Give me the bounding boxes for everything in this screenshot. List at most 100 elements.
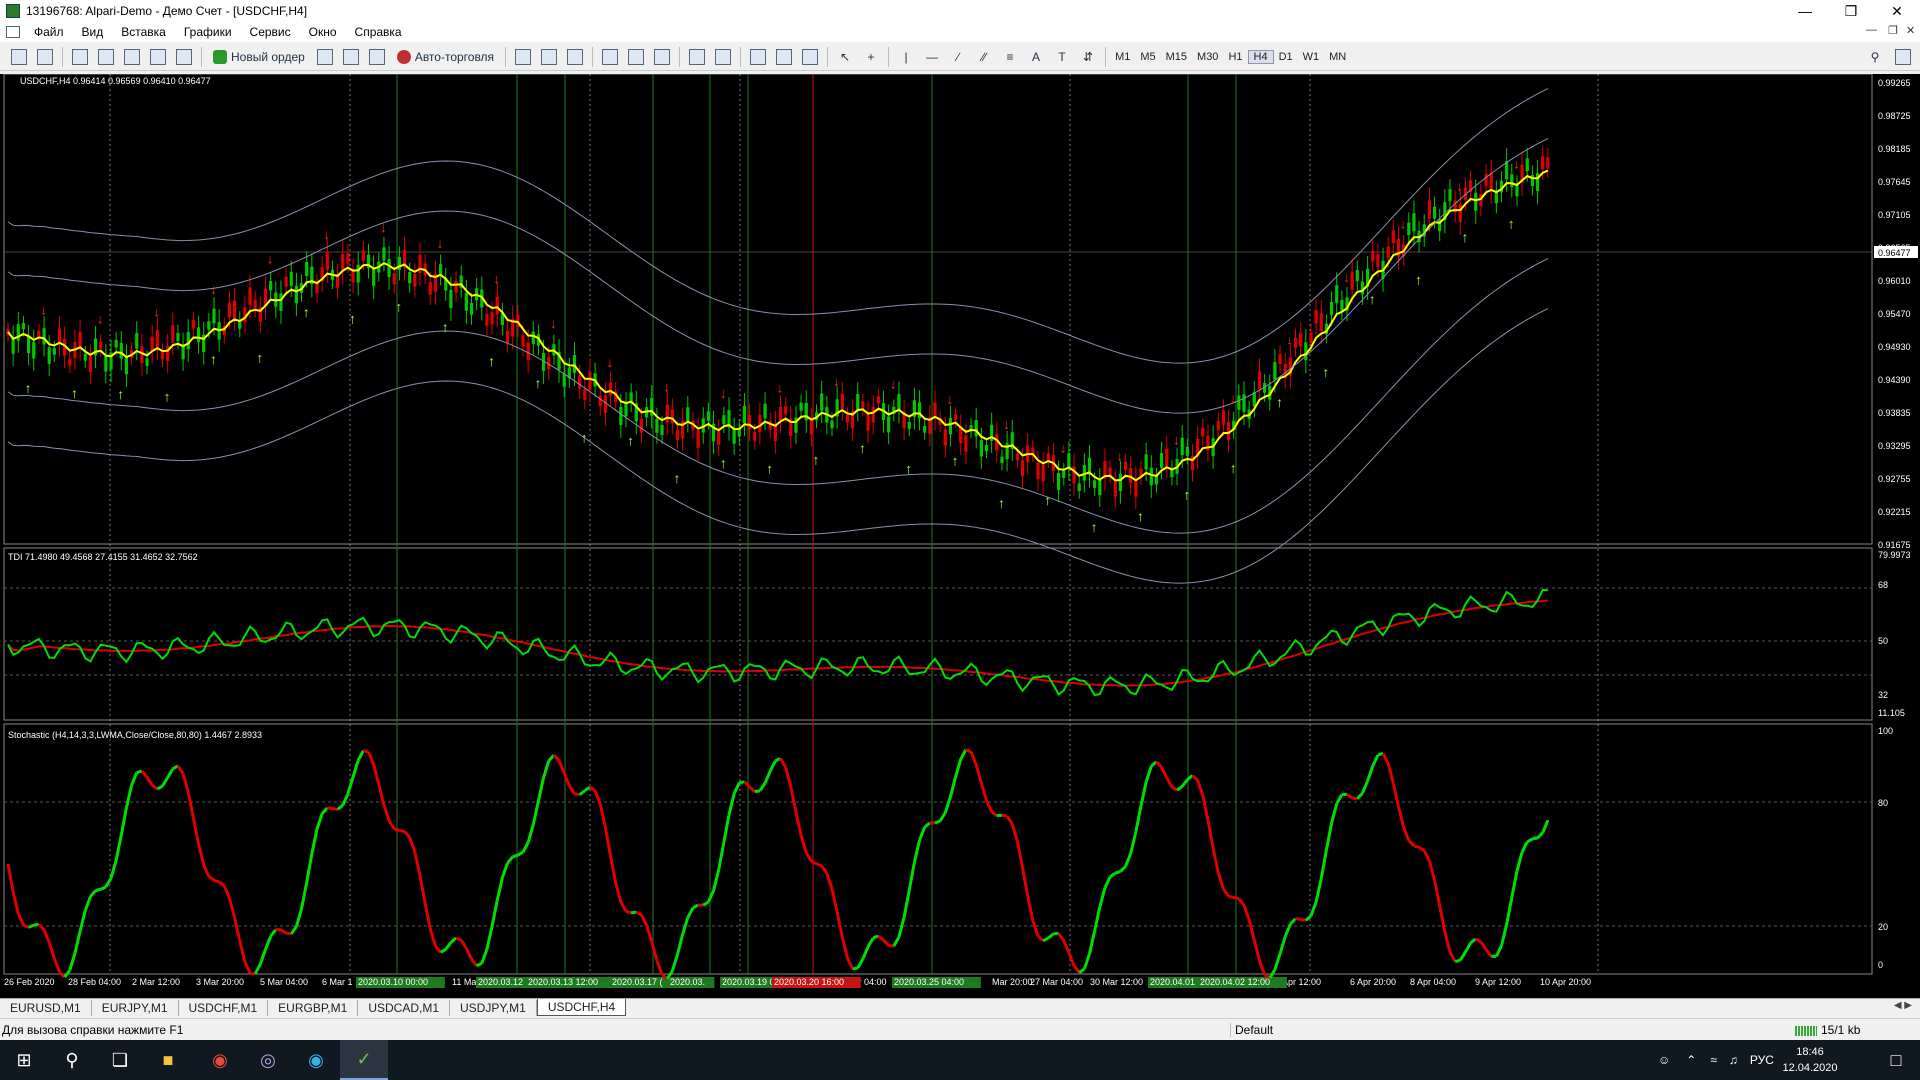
- tf-m5[interactable]: M5: [1135, 51, 1160, 63]
- edge-icon[interactable]: ◉: [292, 1040, 340, 1080]
- candle-body: [954, 414, 958, 421]
- volume-icon[interactable]: ♫: [1729, 1053, 1738, 1067]
- text-icon[interactable]: A: [1025, 46, 1047, 68]
- candle-body: [1201, 427, 1205, 437]
- tester-icon[interactable]: [173, 46, 195, 68]
- candlestick-icon[interactable]: [538, 46, 560, 68]
- stochastic-segment: [712, 869, 721, 892]
- mdi-close-icon[interactable]: ✕: [1906, 24, 1915, 37]
- price-axis-label: 0.99265: [1878, 78, 1911, 88]
- buy-arrow: ↑: [998, 495, 1005, 511]
- text-label-icon[interactable]: T: [1051, 46, 1073, 68]
- tf-mn[interactable]: MN: [1324, 51, 1351, 63]
- candle-body: [145, 358, 149, 367]
- browser-icon[interactable]: ◎: [244, 1040, 292, 1080]
- candle-body: [47, 347, 51, 364]
- stochastic-segment: [1356, 792, 1364, 800]
- tab-eurgbp-m1[interactable]: EURGBP,M1: [268, 1000, 359, 1016]
- menu-file[interactable]: Файл: [26, 25, 74, 39]
- fibonacci-icon[interactable]: ≡: [999, 46, 1021, 68]
- search-taskbar-icon[interactable]: ⚲: [48, 1040, 96, 1080]
- tf-m1[interactable]: M1: [1110, 51, 1135, 63]
- menu-charts[interactable]: Графики: [176, 25, 242, 39]
- search-icon[interactable]: ⚲: [1864, 46, 1886, 68]
- restore-icon[interactable]: ❐: [1828, 0, 1874, 22]
- tf-d1[interactable]: D1: [1274, 51, 1298, 63]
- chart-window[interactable]: 0.992650.987250.981850.976450.971050.965…: [0, 74, 1920, 998]
- tab-eurusd-m1[interactable]: EURUSD,M1: [0, 1000, 92, 1016]
- arrows-icon[interactable]: ⇵: [1077, 46, 1099, 68]
- bollinger-band-outer-lower: [7, 308, 1549, 584]
- candle-body: [1237, 395, 1241, 410]
- trendline-icon[interactable]: ∕: [947, 46, 969, 68]
- tf-h1[interactable]: H1: [1223, 51, 1247, 63]
- tab-eurjpy-m1[interactable]: EURJPY,M1: [92, 1000, 179, 1016]
- menu-view[interactable]: Вид: [74, 25, 114, 39]
- menu-help[interactable]: Справка: [347, 25, 412, 39]
- crosshair-icon[interactable]: +: [860, 46, 882, 68]
- data-window-icon[interactable]: [95, 46, 117, 68]
- mdi-restore-icon[interactable]: ❐: [1888, 24, 1898, 37]
- line-chart-icon[interactable]: [564, 46, 586, 68]
- menu-window[interactable]: Окно: [301, 25, 347, 39]
- chrome-icon[interactable]: ◉: [196, 1040, 244, 1080]
- wifi-icon[interactable]: ≈: [1710, 1053, 1717, 1067]
- zoom-out-icon[interactable]: [625, 46, 647, 68]
- menu-insert[interactable]: Вставка: [113, 25, 176, 39]
- tf-m15[interactable]: M15: [1161, 51, 1192, 63]
- profiles-icon[interactable]: [34, 46, 56, 68]
- task-view-icon[interactable]: ❏: [96, 1040, 144, 1080]
- templates-icon[interactable]: [799, 46, 821, 68]
- tab-usdjpy-m1[interactable]: USDJPY,M1: [450, 1000, 537, 1016]
- notifications-icon[interactable]: □: [1872, 1040, 1920, 1080]
- chat-icon[interactable]: [1892, 46, 1914, 68]
- stochastic-segment: [1536, 831, 1544, 839]
- mdi-minimize-icon[interactable]: —: [1866, 24, 1877, 36]
- tab-usdchf-h4[interactable]: USDCHF,H4: [536, 999, 627, 1016]
- candle-body: [1293, 337, 1298, 348]
- vertical-line-icon[interactable]: |: [895, 46, 917, 68]
- signals-icon[interactable]: [340, 46, 362, 68]
- tdi-axis-label: 79.9973: [1878, 550, 1911, 560]
- tab-usdchf-m1[interactable]: USDCHF,M1: [179, 1000, 269, 1016]
- new-order-button[interactable]: Новый ордер: [208, 46, 310, 68]
- horizontal-line-icon[interactable]: —: [921, 46, 943, 68]
- navigator-icon[interactable]: [121, 46, 143, 68]
- terminal-icon[interactable]: [147, 46, 169, 68]
- tf-h4[interactable]: H4: [1247, 49, 1274, 64]
- auto-scroll-icon[interactable]: [686, 46, 708, 68]
- market-watch-icon[interactable]: [69, 46, 91, 68]
- chart-shift-icon[interactable]: [712, 46, 734, 68]
- tf-w1[interactable]: W1: [1298, 51, 1325, 63]
- language-indicator[interactable]: РУС: [1750, 1053, 1774, 1067]
- tf-m30[interactable]: M30: [1192, 51, 1223, 63]
- minimize-icon[interactable]: —: [1782, 0, 1828, 22]
- bar-chart-icon[interactable]: [512, 46, 534, 68]
- metatrader-icon[interactable]: ✓: [340, 1040, 388, 1080]
- market-icon[interactable]: [366, 46, 388, 68]
- chevron-up-icon[interactable]: ⌃: [1686, 1053, 1696, 1067]
- tile-windows-icon[interactable]: [651, 46, 673, 68]
- stochastic-segment: [743, 780, 751, 789]
- auto-trading-button[interactable]: Авто-торговля: [392, 46, 499, 68]
- cursor-icon[interactable]: ↖: [834, 46, 856, 68]
- candle-body: [1000, 456, 1004, 464]
- candle-body: [1062, 470, 1066, 478]
- tab-scroll-arrows[interactable]: ◀ ▶: [1894, 1000, 1912, 1011]
- clock[interactable]: 18:46 12.04.2020: [1780, 1044, 1840, 1076]
- people-icon[interactable]: ☺: [1658, 1053, 1670, 1067]
- stochastic-segment: [33, 922, 40, 927]
- menu-tools[interactable]: Сервис: [242, 25, 301, 39]
- mdi-icon[interactable]: [6, 26, 20, 38]
- close-icon[interactable]: ✕: [1874, 0, 1920, 22]
- zoom-in-icon[interactable]: [599, 46, 621, 68]
- equidistant-channel-icon[interactable]: ∕∕: [973, 46, 995, 68]
- tab-usdcad-m1[interactable]: USDCAD,M1: [358, 1000, 450, 1016]
- windows-start-icon[interactable]: ⊞: [0, 1040, 48, 1080]
- file-explorer-icon[interactable]: ■: [144, 1040, 192, 1080]
- indicators-icon[interactable]: [747, 46, 769, 68]
- periods-icon[interactable]: [773, 46, 795, 68]
- chart-canvas[interactable]: 0.992650.987250.981850.976450.971050.965…: [0, 74, 1920, 998]
- new-chart-icon[interactable]: [8, 46, 30, 68]
- metaeditor-icon[interactable]: [314, 46, 336, 68]
